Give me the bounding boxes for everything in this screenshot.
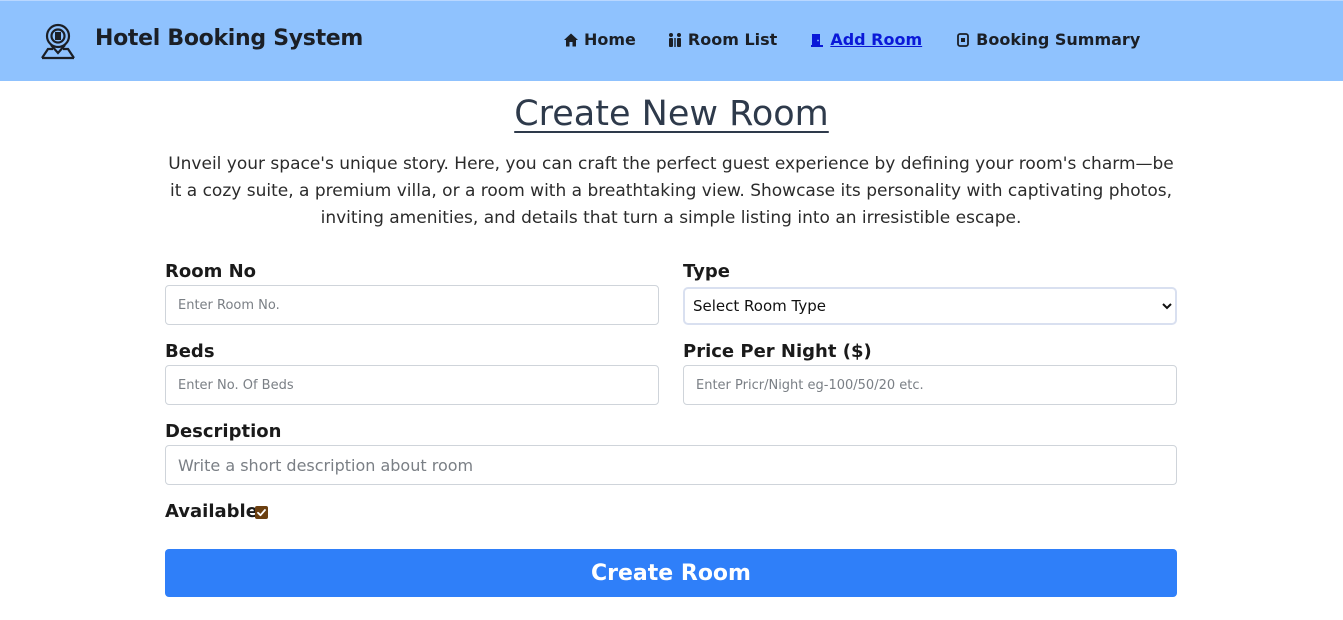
beds-label: Beds [165,341,215,362]
nav-link-add-room[interactable]: Add Room [809,30,922,49]
nav-link-home-label: Home [584,30,636,49]
page-title: Create New Room [514,94,829,134]
available-label: Available [165,501,258,522]
hotel-location-icon[interactable] [39,22,77,60]
nav-link-room-list-label: Room List [687,30,778,49]
room-type-select[interactable]: Select Room Type [683,287,1177,325]
nav-link-booking-summary[interactable]: Booking Summary [955,30,1140,49]
type-label: Type [683,261,730,282]
nav-link-add-room-label: Add Room [830,30,923,49]
description-label: Description [165,421,282,442]
nav-link-room-list[interactable]: Room List [667,30,777,49]
beds-input[interactable] [165,365,659,405]
nav-link-home[interactable]: Home [563,30,636,49]
home-icon [564,33,578,46]
checkmark-icon [257,509,266,517]
door-icon [811,33,824,47]
nav-links: Home Room List Add Room Booking Summary [563,30,1140,49]
nav-link-booking-summary-label: Booking Summary [976,30,1141,49]
room-no-input[interactable] [165,285,659,325]
intro-text: Unveil your space's unique story. Here, … [168,154,1174,228]
booking-icon [957,32,970,47]
description-input[interactable] [165,445,1177,485]
people-icon [668,32,681,47]
navbar: Hotel Booking System Home Room List Add … [0,0,1343,81]
available-checkbox[interactable] [255,506,268,519]
room-no-label: Room No [165,261,257,282]
price-label: Price Per Night ($) [683,341,872,362]
price-input[interactable] [683,365,1177,405]
create-room-button[interactable]: Create Room [165,549,1177,597]
brand-title[interactable]: Hotel Booking System [95,26,363,51]
